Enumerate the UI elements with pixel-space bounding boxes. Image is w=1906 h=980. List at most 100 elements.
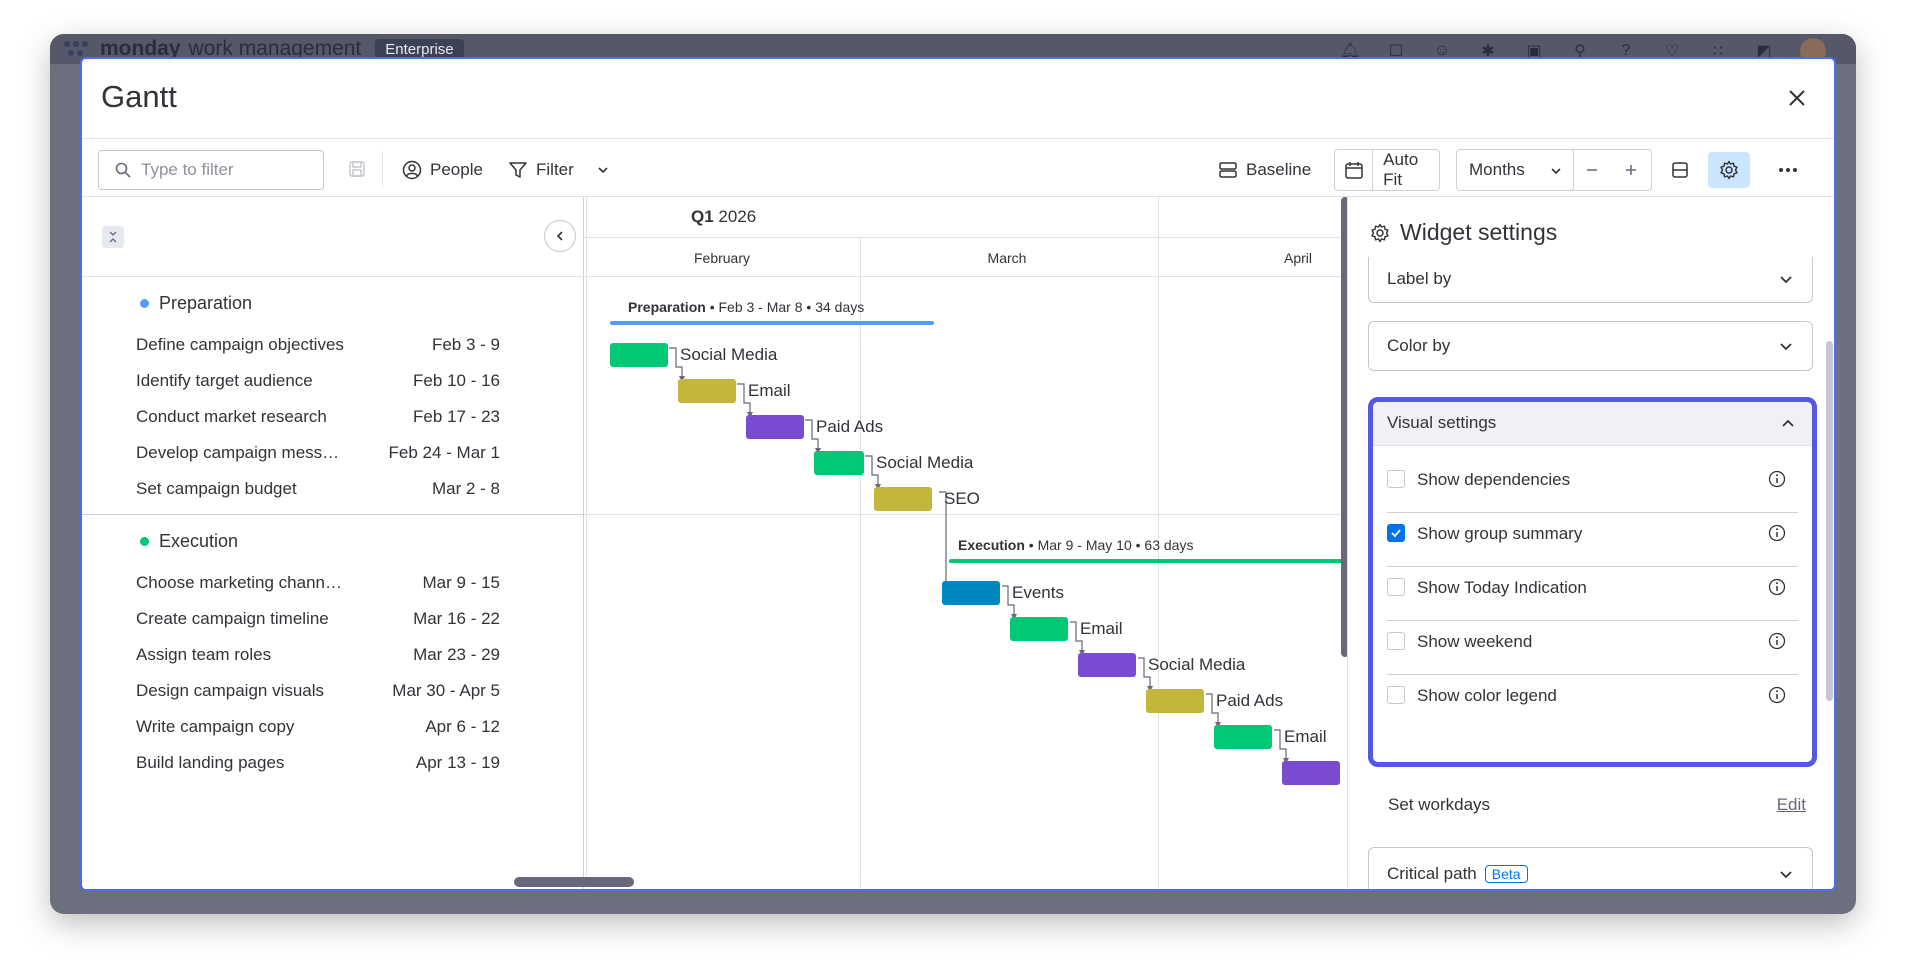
settings-title: Widget settings <box>1370 219 1557 246</box>
checkbox[interactable] <box>1387 470 1405 488</box>
checkbox[interactable] <box>1387 686 1405 704</box>
collapse-all-button[interactable] <box>102 226 124 248</box>
task-bar[interactable] <box>942 581 1000 605</box>
task-bar-label: Social Media <box>876 453 974 472</box>
info-icon[interactable] <box>1768 686 1786 704</box>
baseline-button[interactable]: Baseline <box>1210 150 1319 190</box>
task-bar[interactable] <box>1282 761 1340 785</box>
modal-title: Gantt <box>101 79 177 114</box>
auto-fit-control: Auto Fit <box>1334 149 1440 191</box>
task-name: Develop campaign messag... <box>136 443 346 462</box>
horizontal-scrollbar[interactable] <box>514 877 634 887</box>
group-title-preparation[interactable]: Preparation <box>140 293 252 314</box>
split-view-icon <box>1672 162 1688 178</box>
task-bar[interactable] <box>678 379 736 403</box>
task-date: Feb 24 - Mar 1 <box>388 443 501 462</box>
zoom-in-button[interactable] <box>1612 150 1652 190</box>
baseline-icon <box>1219 162 1237 178</box>
save-view-button[interactable] <box>344 156 370 182</box>
set-workdays-row: Set workdays Edit <box>1370 787 1810 827</box>
color-by-dropdown[interactable]: Color by <box>1368 321 1813 371</box>
timescale-select[interactable]: Months <box>1456 149 1574 191</box>
group-color-dot <box>140 299 149 308</box>
workdays-edit-link[interactable]: Edit <box>1777 795 1806 815</box>
info-icon[interactable] <box>1768 524 1786 542</box>
settings-scrollbar[interactable] <box>1826 341 1833 701</box>
gantt-chart: Q1 2026 February March April Preparation… <box>584 197 1347 889</box>
task-bar[interactable] <box>746 415 804 439</box>
collapse-panel-button[interactable] <box>544 220 576 252</box>
auto-fit-button[interactable]: Auto Fit <box>1373 150 1439 190</box>
minus-icon <box>1586 169 1597 171</box>
task-date: Apr 6 - 12 <box>425 717 500 736</box>
task-list-header <box>82 197 584 277</box>
toolbar-divider <box>382 151 383 187</box>
task-bar[interactable] <box>1010 617 1068 641</box>
visual-settings-section: Visual settings Show dependencies Show g… <box>1368 397 1817 767</box>
group-divider <box>82 514 584 515</box>
info-icon[interactable] <box>1768 632 1786 650</box>
task-bar[interactable] <box>874 487 932 511</box>
task-name: Define campaign objectives <box>136 335 344 354</box>
task-name: Identify target audience <box>136 371 313 390</box>
calendar-button[interactable] <box>1335 150 1374 190</box>
group-name: Execution <box>159 531 239 551</box>
task-bar-label: Email <box>748 381 791 400</box>
close-icon <box>1789 90 1805 106</box>
label-by-label: Label by <box>1387 269 1452 288</box>
person-icon <box>402 160 422 180</box>
task-bar[interactable] <box>814 451 864 475</box>
filter-icon <box>509 162 527 178</box>
people-label: People <box>430 160 483 179</box>
visual-settings-header[interactable]: Visual settings <box>1373 402 1812 446</box>
close-button[interactable] <box>1782 83 1812 113</box>
task-date: Feb 10 - 16 <box>413 371 500 390</box>
toolbar: People Filter Baseline Auto Fit Months <box>82 139 1834 197</box>
widget-settings-panel: Widget settings Label by Color by Visual… <box>1347 197 1834 889</box>
task-bar[interactable] <box>1146 689 1204 713</box>
checkbox[interactable] <box>1387 578 1405 596</box>
checkbox[interactable] <box>1387 632 1405 650</box>
task-name: Create campaign timeline <box>136 609 329 628</box>
collapse-icon <box>109 231 117 243</box>
checkbox-checked[interactable] <box>1387 524 1405 542</box>
task-bar[interactable] <box>1214 725 1272 749</box>
critical-path-dropdown[interactable]: Critical path Beta <box>1368 847 1813 889</box>
option-label: Show Today Indication <box>1417 578 1587 597</box>
task-bar[interactable] <box>1078 653 1136 677</box>
group-title-execution[interactable]: Execution <box>140 531 238 552</box>
task-bar-label: SEO <box>944 489 980 508</box>
info-icon[interactable] <box>1768 470 1786 488</box>
task-bar-label: Social Media <box>680 345 778 364</box>
group-color-dot <box>140 537 149 546</box>
search-box[interactable] <box>98 150 324 190</box>
filter-button[interactable]: Filter <box>500 150 582 190</box>
more-options-button[interactable] <box>1770 152 1806 188</box>
option-show-color-legend[interactable]: Show color legend <box>1373 662 1812 728</box>
task-bar[interactable] <box>610 343 668 367</box>
task-date: Apr 13 - 19 <box>415 753 500 772</box>
layout-toggle-button[interactable] <box>1662 152 1698 188</box>
people-filter-button[interactable]: People <box>394 150 491 190</box>
option-label: Show dependencies <box>1417 470 1571 489</box>
task-bar-label: Email <box>1284 727 1327 746</box>
dependency-lines <box>669 347 1289 764</box>
info-icon[interactable] <box>1768 578 1786 596</box>
chevron-down-icon <box>598 167 608 174</box>
label-by-dropdown[interactable]: Label by <box>1368 257 1813 303</box>
task-name: Choose marketing channels <box>136 573 346 592</box>
table-row[interactable]: Build landing pages Apr 13 - 19 <box>82 741 584 785</box>
chevron-up-icon <box>1782 419 1794 427</box>
zoom-out-button[interactable] <box>1572 150 1612 190</box>
task-bar-label: Social Media <box>1148 655 1246 674</box>
filter-dropdown-button[interactable] <box>588 150 618 190</box>
color-by-label: Color by <box>1387 336 1451 355</box>
settings-button[interactable] <box>1708 152 1750 188</box>
search-input[interactable] <box>141 160 311 180</box>
option-label: Show weekend <box>1417 632 1533 651</box>
task-name: Build landing pages <box>136 753 285 772</box>
settings-title-text: Widget settings <box>1400 219 1558 245</box>
table-row[interactable]: Set campaign budget Mar 2 - 8 <box>82 467 584 511</box>
critical-path-label: Critical path <box>1387 864 1477 883</box>
gear-icon <box>1720 160 1738 180</box>
